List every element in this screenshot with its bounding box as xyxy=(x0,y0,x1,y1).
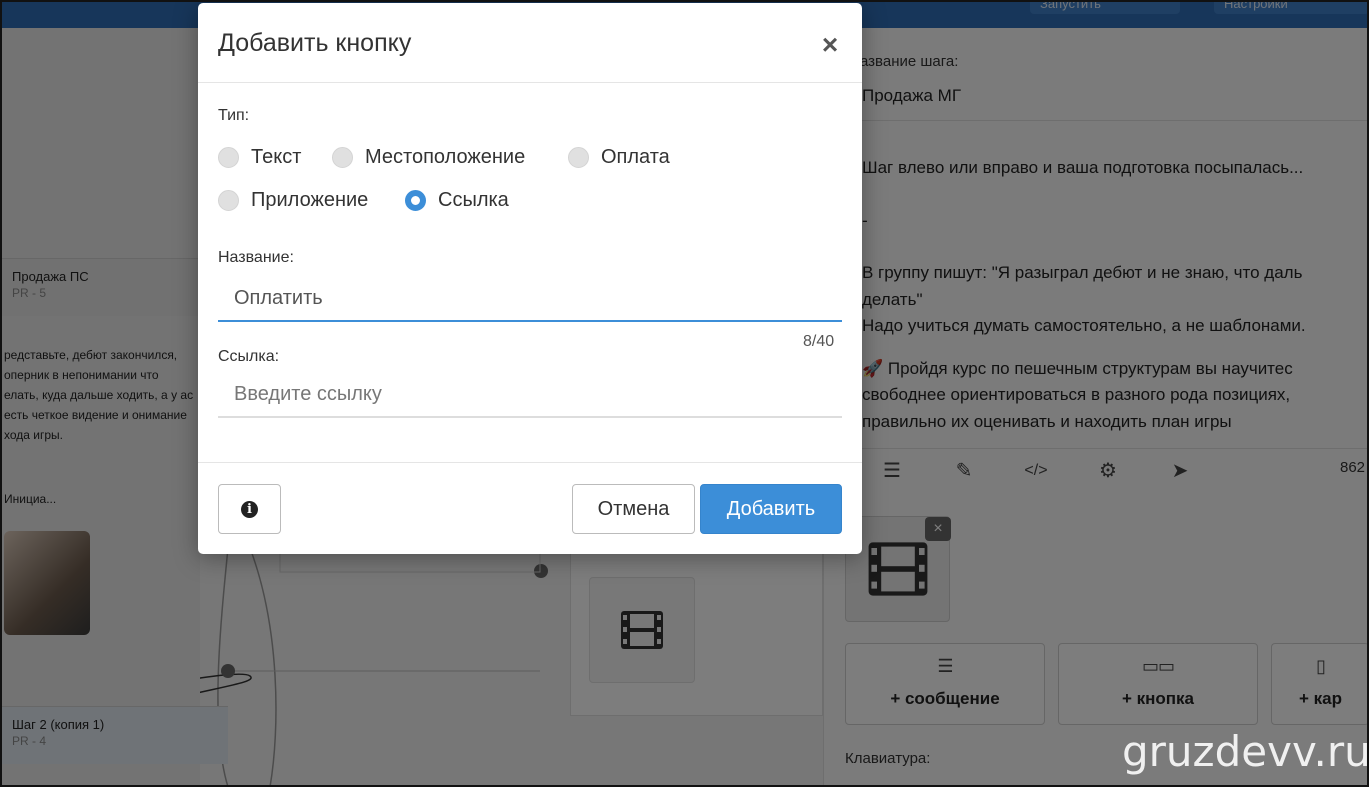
name-label: Название: xyxy=(218,249,294,266)
radio-type-text[interactable]: Текст xyxy=(218,144,301,170)
radio-label: Текст xyxy=(251,145,302,168)
radio-type-location[interactable]: Местоположение xyxy=(332,144,525,170)
radio-type-link[interactable]: Ссылка xyxy=(405,187,509,213)
radio-label: Ссылка xyxy=(438,188,509,211)
radio-circle-checked xyxy=(405,189,426,211)
radio-type-payment[interactable]: Оплата xyxy=(568,144,670,170)
dialog-footer: i Отмена Добавить xyxy=(198,462,862,554)
dialog-header: Добавить кнопку × xyxy=(198,3,862,83)
info-button[interactable]: i xyxy=(218,484,281,534)
add-button-dialog: Добавить кнопку × Тип: Текст Местоположе… xyxy=(198,3,862,554)
radio-circle xyxy=(218,146,239,168)
radio-circle xyxy=(218,189,239,211)
radio-circle xyxy=(568,146,589,168)
add-button[interactable]: Добавить xyxy=(700,484,842,534)
radio-label: Оплата xyxy=(601,145,670,168)
radio-type-app[interactable]: Приложение xyxy=(218,187,368,213)
info-icon: i xyxy=(241,500,258,518)
link-label: Ссылка: xyxy=(218,348,280,365)
name-input[interactable] xyxy=(218,276,842,322)
radio-label: Приложение xyxy=(251,188,369,211)
type-label: Тип: xyxy=(218,107,250,124)
watermark: gruzdevv.ru xyxy=(1122,727,1369,776)
close-icon[interactable]: × xyxy=(814,29,846,61)
name-char-counter: 8/40 xyxy=(803,333,835,350)
cancel-button[interactable]: Отмена xyxy=(572,484,695,534)
radio-circle xyxy=(332,146,353,168)
dialog-title: Добавить кнопку xyxy=(218,29,412,57)
link-input[interactable] xyxy=(218,372,842,418)
radio-label: Местоположение xyxy=(365,145,526,168)
